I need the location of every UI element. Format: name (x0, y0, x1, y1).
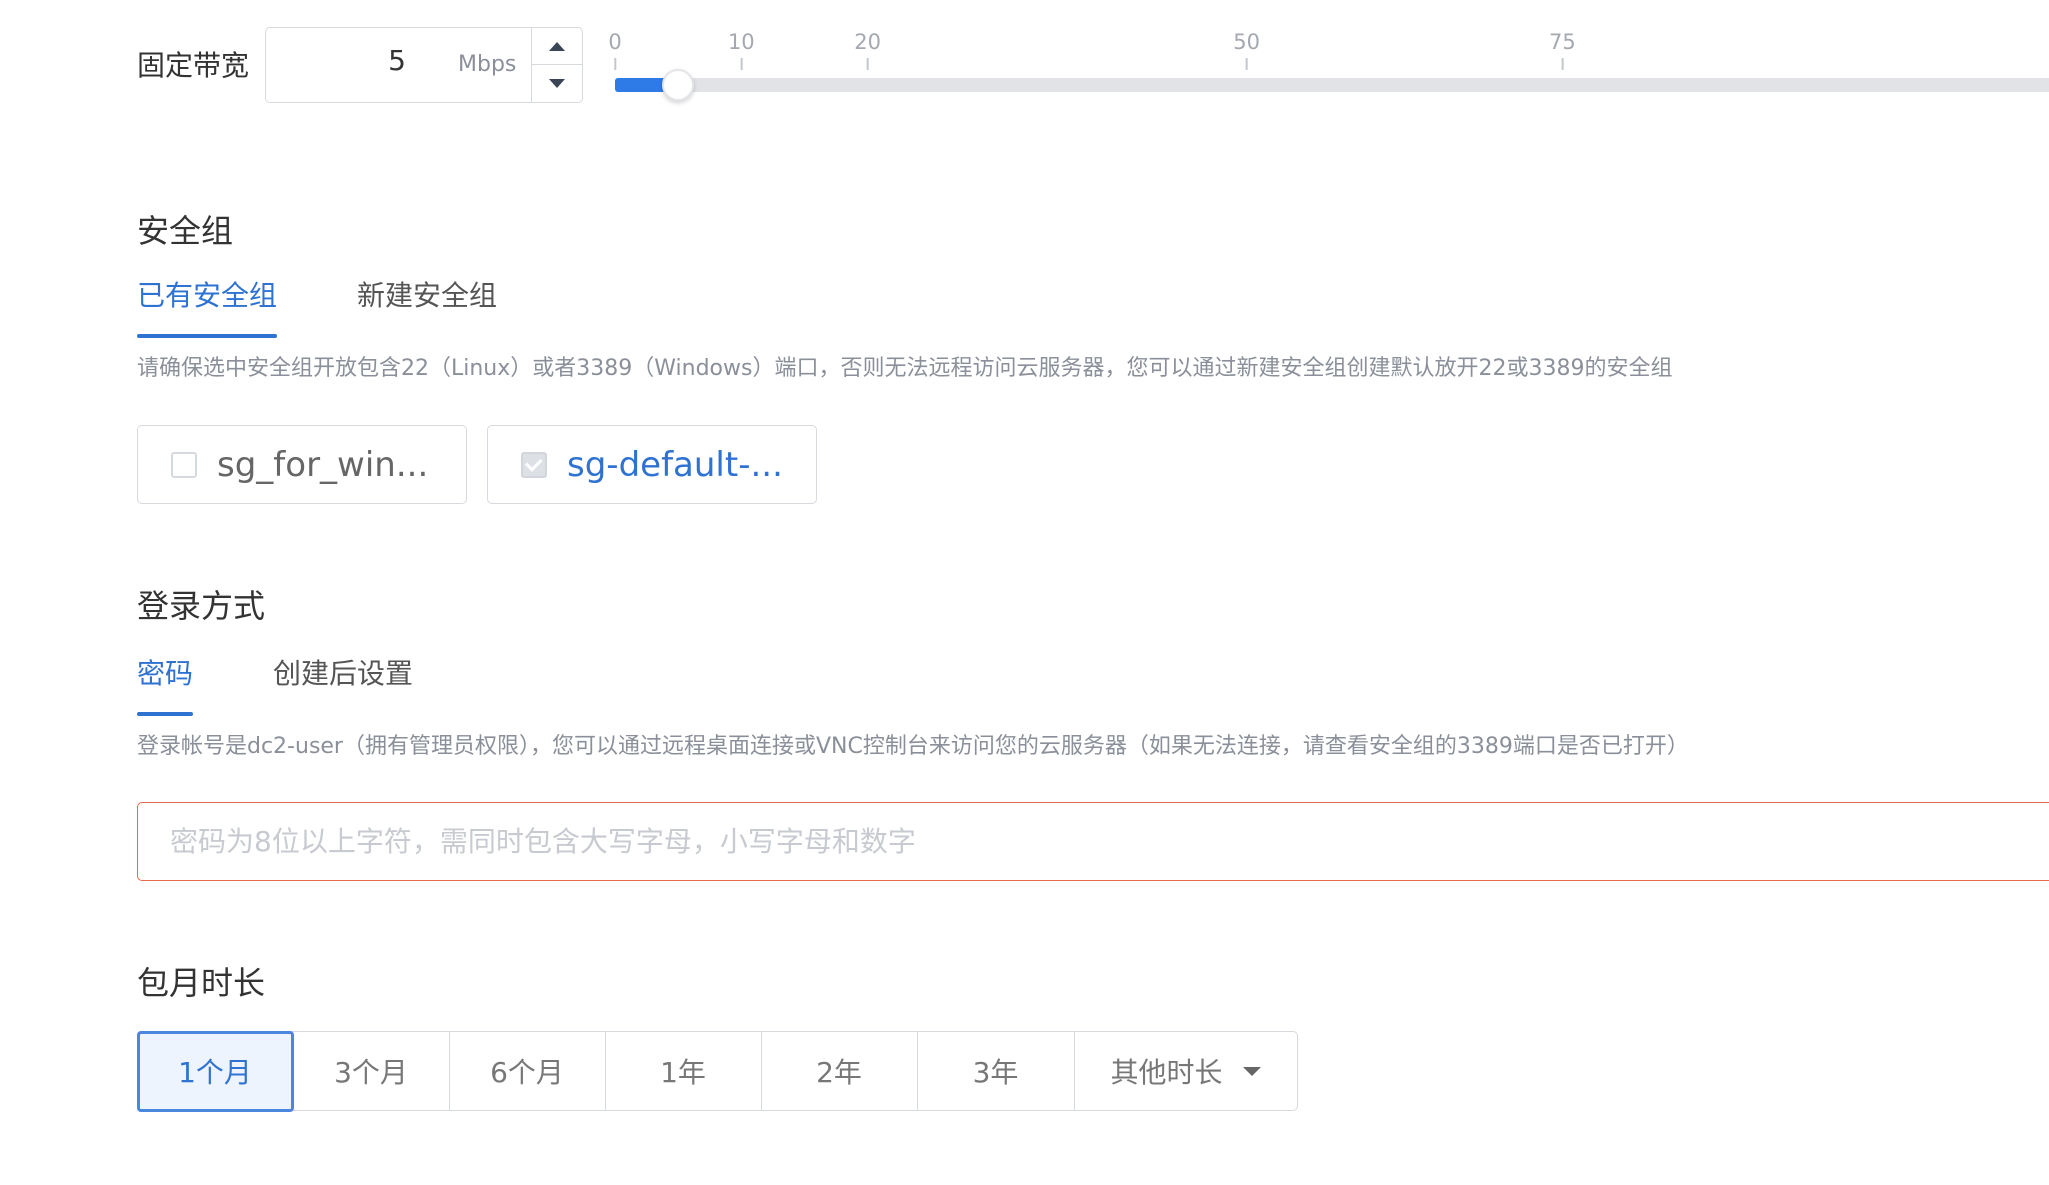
slider-tick-mark (866, 58, 869, 70)
slider-tick-mark (614, 58, 616, 70)
slider-tick: 20 (854, 28, 881, 70)
duration-option-1-year[interactable]: 1年 (606, 1032, 762, 1110)
tab-existing-security-group[interactable]: 已有安全组 (137, 276, 278, 338)
duration-other-label: 其他时长 (1110, 1056, 1223, 1089)
slider-tick: 50 (1233, 28, 1260, 70)
slider-tick-label: 0 (608, 30, 622, 54)
slider-tick-label: 20 (854, 30, 881, 54)
bandwidth-unit: Mbps (458, 52, 517, 77)
decrement-button[interactable] (532, 65, 582, 102)
chevron-up-icon (549, 41, 565, 51)
login-hint: 登录帐号是dc2-user（拥有管理员权限），您可以通过远程桌面连接或VNC控制… (137, 734, 1689, 759)
checkbox-checked[interactable] (521, 451, 547, 478)
password-input[interactable] (137, 802, 2049, 881)
bandwidth-value[interactable]: 5 (266, 44, 406, 77)
slider-tick: 0 (608, 28, 622, 70)
duration-selector: 1个月 3个月 6个月 1年 2年 3年 其他时长 (136, 1030, 1298, 1112)
slider-tick-label: 75 (1548, 30, 1576, 54)
slider-tick-mark (1561, 58, 1564, 70)
bandwidth-label: 固定带宽 (137, 49, 250, 82)
login-method-tabs: 密码 创建后设置 (137, 654, 493, 716)
security-group-hint: 请确保选中安全组开放包含22（Linux）或者3389（Windows）端口，否… (137, 356, 1673, 381)
security-group-title: 安全组 (137, 212, 234, 250)
duration-option-1-month[interactable]: 1个月 (136, 1030, 294, 1112)
slider-thumb[interactable] (662, 69, 695, 101)
security-group-name: sg_for_win... (217, 444, 429, 485)
duration-option-6-months[interactable]: 6个月 (450, 1032, 606, 1110)
duration-title: 包月时长 (137, 964, 266, 1002)
instance-config-page: 固定带宽 5 Mbps 75 50 20 10 0 安全组 已有安全组 新建安全组 请确… (0, 0, 2049, 1185)
security-group-option[interactable]: sg_for_win... (137, 425, 467, 504)
slider-tick: 10 (728, 28, 755, 70)
tab-set-after-creation[interactable]: 创建后设置 (273, 654, 413, 704)
security-group-name: sg-default-... (567, 444, 783, 485)
security-group-tabs: 已有安全组 新建安全组 (137, 276, 577, 338)
slider-tick-mark (1245, 58, 1248, 70)
slider-tick-label: 10 (727, 30, 755, 54)
slider-track[interactable] (615, 78, 2049, 92)
slider-tick: 75 (1549, 28, 1576, 70)
increment-button[interactable] (532, 28, 582, 65)
check-icon (524, 453, 543, 472)
slider-tick-mark (740, 58, 743, 70)
duration-option-3-years[interactable]: 3年 (918, 1032, 1075, 1110)
slider-tick-label: 50 (1233, 30, 1260, 54)
tab-password[interactable]: 密码 (137, 654, 194, 716)
duration-option-2-years[interactable]: 2年 (762, 1032, 918, 1110)
bandwidth-stepper (531, 28, 582, 102)
chevron-down-icon (549, 79, 565, 88)
checkbox[interactable] (171, 451, 197, 478)
bandwidth-slider[interactable]: 75 50 20 10 0 (608, 28, 2049, 108)
login-method-title: 登录方式 (137, 587, 266, 625)
duration-option-3-months[interactable]: 3个月 (294, 1032, 450, 1110)
duration-other-dropdown[interactable]: 其他时长 (1075, 1032, 1297, 1110)
tab-new-security-group[interactable]: 新建安全组 (357, 276, 497, 326)
security-group-option[interactable]: sg-default-... (487, 425, 817, 504)
caret-down-icon (1242, 1066, 1261, 1076)
bandwidth-input[interactable]: 5 Mbps (265, 27, 583, 103)
